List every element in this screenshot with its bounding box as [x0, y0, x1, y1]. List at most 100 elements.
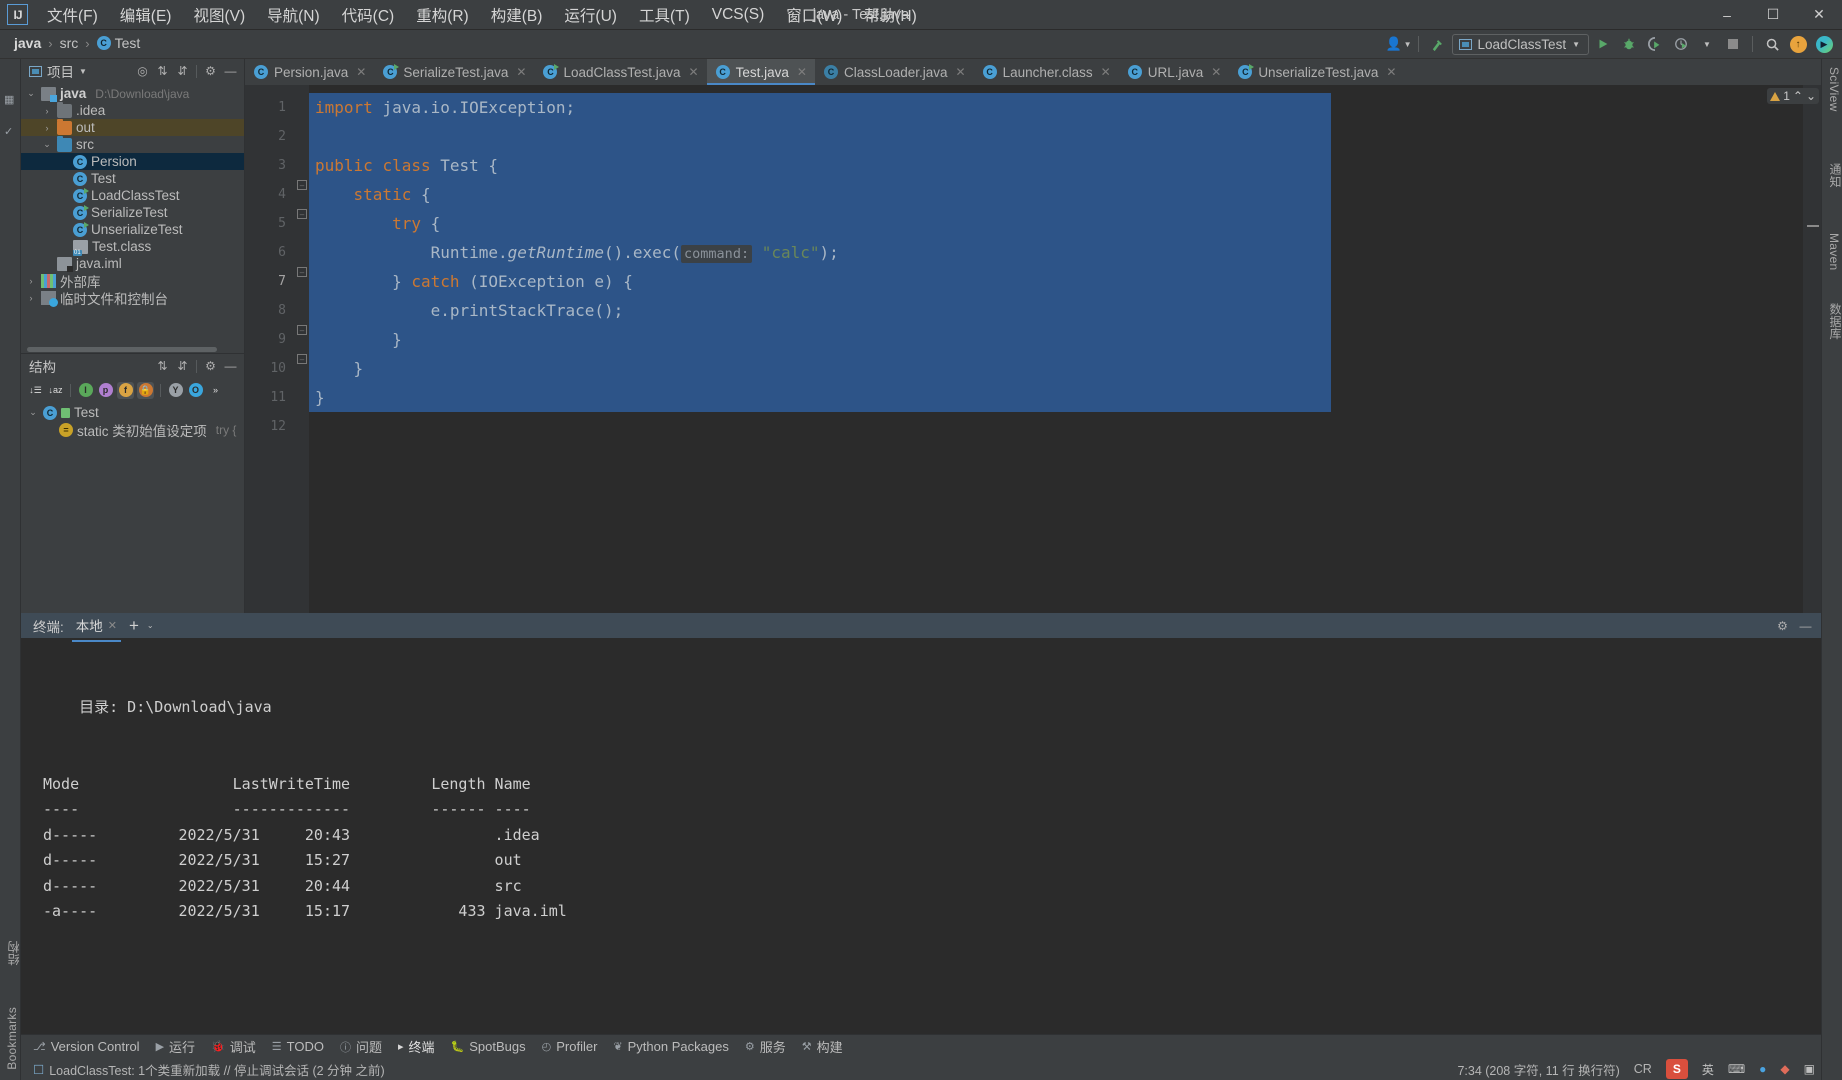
- project-tree-row[interactable]: › CUnserializeTest: [21, 221, 244, 238]
- prev-problem-icon[interactable]: ⌃: [1793, 89, 1803, 103]
- update-project-icon[interactable]: ↑: [1786, 33, 1810, 55]
- menu-item-1[interactable]: 编辑(E): [109, 0, 183, 30]
- code-editor[interactable]: 1 2 3 4 5 6 7 8 9 10 11 12 – – – – – import java.io…: [245, 85, 1821, 613]
- menu-item-8[interactable]: 工具(T): [628, 0, 701, 30]
- menu-item-11[interactable]: 帮助(H): [853, 0, 928, 30]
- code-line-8[interactable]: e.printStackTrace();: [309, 296, 1803, 325]
- status-tool-Profiler[interactable]: ◴ Profiler: [542, 1039, 598, 1054]
- editor-tab-Launcher.class[interactable]: C Launcher.class ✕: [974, 59, 1119, 85]
- show-anonymous-icon[interactable]: O: [187, 382, 204, 399]
- ide-features-icon[interactable]: ▶: [1812, 33, 1836, 55]
- debug-icon[interactable]: [1617, 33, 1641, 55]
- sogou-ime-icon[interactable]: S: [1665, 1059, 1688, 1079]
- breadcrumb-item-src[interactable]: src: [56, 34, 83, 52]
- code-line-10[interactable]: }: [309, 354, 1803, 383]
- menu-item-10[interactable]: 窗口(W): [775, 0, 853, 30]
- editor-tab-SerializeTest.java[interactable]: C SerializeTest.java ✕: [374, 59, 534, 85]
- project-tree[interactable]: ⌄ java D:\Download\java › .idea › out ⌄ src › C Per…: [21, 83, 244, 346]
- status-tool-调试[interactable]: 🐞 调试: [211, 1037, 256, 1056]
- close-icon[interactable]: ✕: [956, 65, 966, 79]
- fold-marker[interactable]: –: [297, 267, 307, 277]
- editor-tab-URL.java[interactable]: C URL.java ✕: [1119, 59, 1230, 85]
- project-tree-row[interactable]: › CSerializeTest: [21, 204, 244, 221]
- hide-icon[interactable]: —: [221, 357, 240, 376]
- project-tree-row[interactable]: › CLoadClassTest: [21, 187, 244, 204]
- status-tool-TODO[interactable]: ☰ TODO: [272, 1039, 324, 1054]
- expand-all-icon[interactable]: ⇅: [153, 62, 172, 81]
- code-line-2[interactable]: [309, 122, 1803, 151]
- menu-item-6[interactable]: 构建(B): [480, 0, 554, 30]
- hide-icon[interactable]: —: [1796, 616, 1815, 635]
- show-inherited-icon[interactable]: I: [77, 382, 94, 399]
- project-rail-icon[interactable]: ▦: [4, 93, 14, 106]
- terminal-output[interactable]: 目录: D:\Download\java Mode LastWriteTime …: [21, 638, 1821, 1034]
- code-line-11[interactable]: }: [309, 383, 1803, 412]
- chevron-right-icon[interactable]: ›: [41, 259, 53, 269]
- menu-item-4[interactable]: 代码(C): [331, 0, 406, 30]
- select-opened-file-icon[interactable]: ◎: [133, 62, 152, 81]
- fold-marker[interactable]: –: [297, 325, 307, 335]
- tray-app-icon-2[interactable]: ◆: [1780, 1062, 1789, 1076]
- status-tool-SpotBugs[interactable]: 🐛 SpotBugs: [451, 1039, 526, 1054]
- status-tool-Python Packages[interactable]: ❦ Python Packages: [613, 1039, 728, 1054]
- menu-item-3[interactable]: 导航(N): [256, 0, 331, 30]
- sort-by-visibility-icon[interactable]: ↓☰: [27, 382, 44, 399]
- terminal-options-icon[interactable]: ⌄: [147, 621, 154, 630]
- chevron-right-icon[interactable]: ›: [25, 276, 37, 286]
- terminal-tab-local[interactable]: 本地 ✕: [71, 612, 122, 642]
- close-icon[interactable]: ✕: [356, 65, 366, 79]
- code-line-3[interactable]: public class Test {: [309, 151, 1803, 180]
- close-icon[interactable]: ✕: [797, 65, 807, 79]
- breadcrumb-item-Test[interactable]: C Test: [93, 34, 145, 52]
- project-tree-row[interactable]: › 临时文件和控制台: [21, 289, 244, 307]
- minimize-button[interactable]: –: [1704, 0, 1750, 30]
- run-icon[interactable]: [1591, 33, 1615, 55]
- ime-language-icon[interactable]: 英: [1702, 1061, 1714, 1078]
- user-icon[interactable]: 👤 ▼: [1385, 33, 1411, 55]
- close-icon[interactable]: ✕: [516, 65, 526, 79]
- menu-item-5[interactable]: 重构(R): [405, 0, 480, 30]
- structure-tree[interactable]: ⌄ C Test › = static 类初始值设定项 try {: [21, 402, 244, 613]
- tray-app-icon[interactable]: ●: [1759, 1062, 1766, 1076]
- close-icon[interactable]: ✕: [1386, 65, 1396, 79]
- caret-position[interactable]: 7:34 (208 字符, 11 行 换行符): [1457, 1060, 1619, 1079]
- run-configuration-selector[interactable]: LoadClassTest ▼: [1451, 33, 1589, 55]
- keyboard-icon[interactable]: ⌨: [1728, 1062, 1745, 1076]
- settings-icon[interactable]: ⚙: [201, 357, 220, 376]
- tray-app-icon-3[interactable]: ▣: [1804, 1062, 1815, 1076]
- project-hscrollbar[interactable]: [21, 346, 244, 353]
- group-methods-icon[interactable]: Y: [167, 382, 184, 399]
- expand-all-icon[interactable]: ⇅: [153, 357, 172, 376]
- search-icon[interactable]: [1760, 33, 1784, 55]
- inspection-widget[interactable]: 1 ⌃ ⌄: [1767, 88, 1819, 104]
- fold-marker[interactable]: –: [297, 209, 307, 219]
- project-tree-row[interactable]: › C Test: [21, 170, 244, 187]
- commit-rail-icon[interactable]: ✓: [4, 125, 13, 138]
- show-fields-icon[interactable]: f: [117, 381, 134, 399]
- show-properties-icon[interactable]: p: [97, 382, 114, 399]
- project-tree-row[interactable]: › C Persion: [21, 153, 244, 170]
- chevron-down-icon[interactable]: ⌄: [27, 407, 39, 418]
- breadcrumb-item-java[interactable]: java: [10, 34, 45, 52]
- editor-tab-LoadClassTest.java[interactable]: C LoadClassTest.java ✕: [534, 59, 706, 85]
- collapse-all-icon[interactable]: ⇵: [173, 357, 192, 376]
- profiler-dropdown-icon[interactable]: ▼: [1695, 33, 1719, 55]
- code-line-7[interactable]: } catch (IOException e) {: [309, 267, 1803, 296]
- fold-marker[interactable]: –: [297, 354, 307, 364]
- chevron-right-icon[interactable]: ›: [41, 106, 53, 116]
- chevron-down-icon[interactable]: ▼: [79, 67, 87, 76]
- chevron-right-icon[interactable]: ›: [41, 123, 53, 133]
- hide-icon[interactable]: —: [221, 62, 240, 81]
- code-line-4[interactable]: static {: [309, 180, 1803, 209]
- status-tool-服务[interactable]: ⚙ 服务: [745, 1037, 786, 1056]
- notifications-rail-tab[interactable]: 通知: [1824, 159, 1842, 192]
- close-icon[interactable]: ✕: [689, 65, 699, 79]
- sciview-rail-tab[interactable]: SciView: [1824, 63, 1842, 116]
- fold-marker[interactable]: –: [297, 180, 307, 190]
- menu-item-0[interactable]: 文件(F): [36, 0, 109, 30]
- editor-tab-Persion.java[interactable]: C Persion.java ✕: [245, 59, 374, 85]
- chevron-right-icon[interactable]: ›: [57, 157, 69, 167]
- status-tool-终端[interactable]: ▸ 终端: [398, 1037, 435, 1056]
- project-tree-row[interactable]: › Test.class: [21, 238, 244, 256]
- project-tree-row[interactable]: › out: [21, 118, 244, 136]
